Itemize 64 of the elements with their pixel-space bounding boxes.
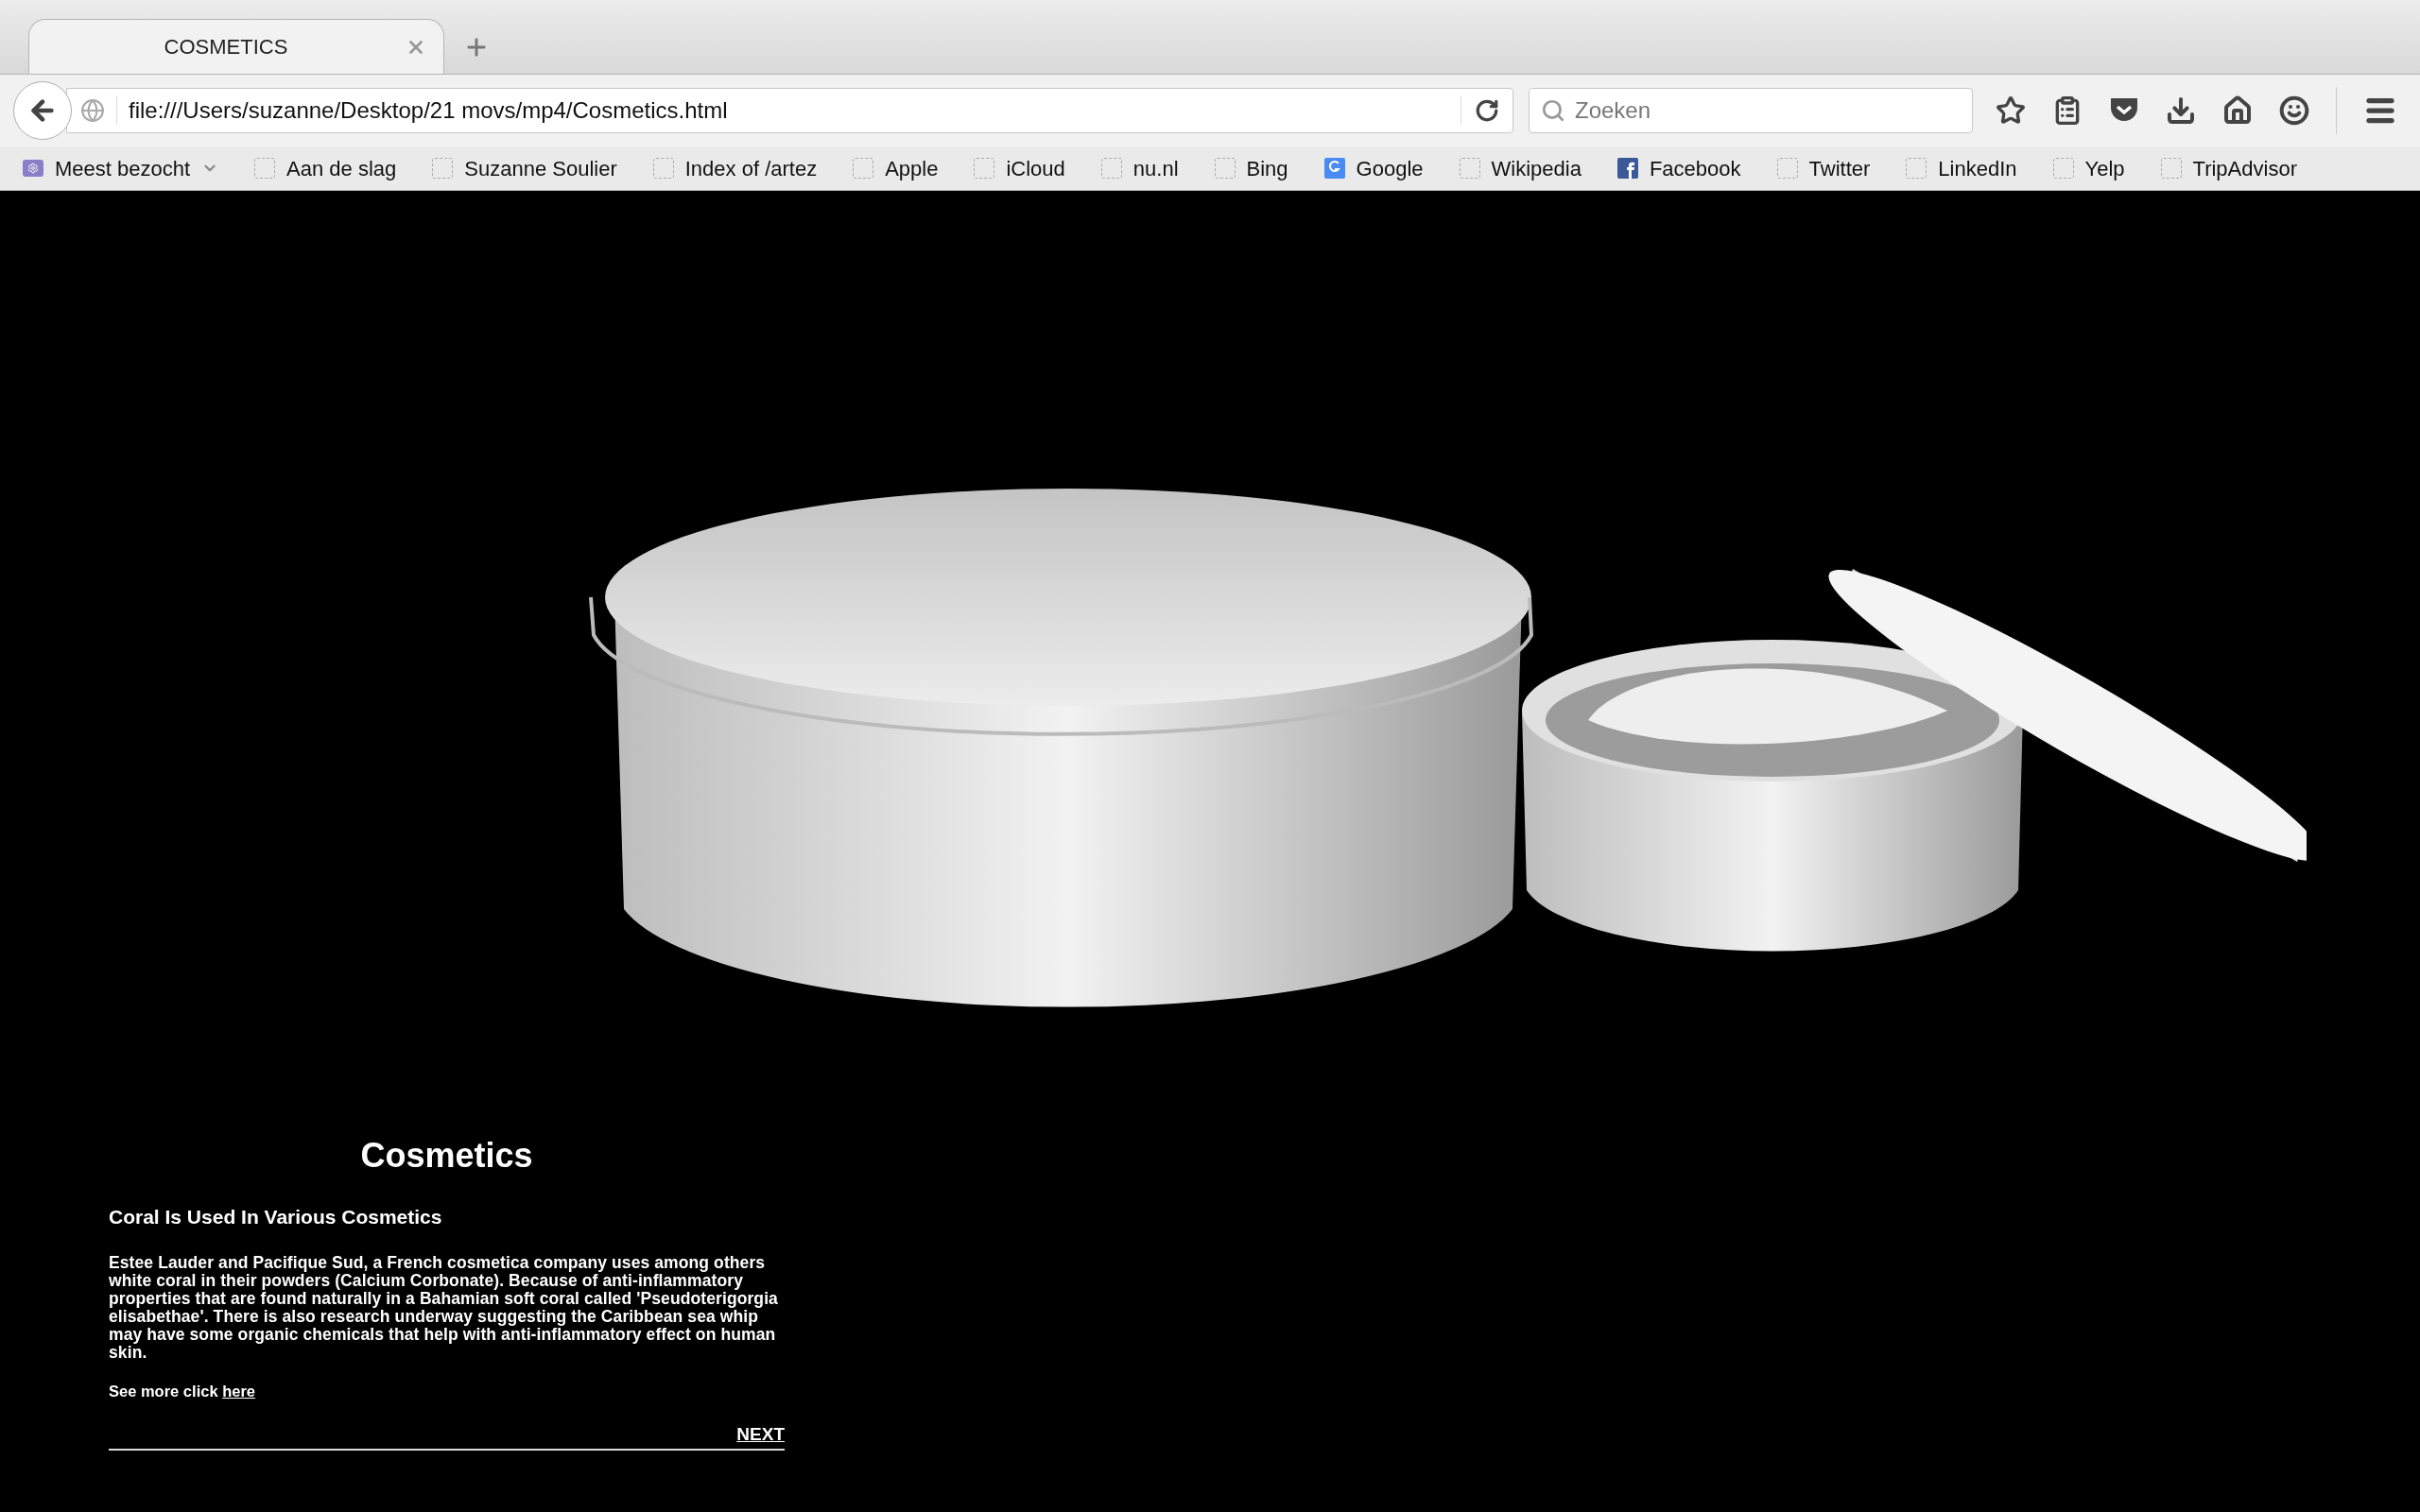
- bookmark-label: Suzanne Soulier: [464, 155, 617, 182]
- page-icon: [853, 158, 874, 179]
- search-field[interactable]: Zoeken: [1529, 88, 1973, 133]
- url-text: file:///Users/suzanne/Desktop/21 movs/mp4/Cosmetics.html: [129, 96, 729, 125]
- bookmark-label: Google: [1356, 155, 1424, 182]
- tab-title: COSMETICS: [163, 34, 289, 60]
- bookmark-item[interactable]: Meest bezocht: [21, 150, 221, 186]
- bookmark-item[interactable]: Suzanne Soulier: [430, 150, 619, 186]
- see-more-text: See more click here: [109, 1381, 257, 1401]
- bookmark-item[interactable]: Bing: [1212, 150, 1290, 186]
- bookmark-item[interactable]: LinkedIn: [1904, 150, 2019, 186]
- page-icon: [974, 158, 995, 179]
- page-subtitle: Coral Is Used In Various Cosmetics: [109, 1205, 443, 1229]
- page-icon: [1776, 158, 1798, 179]
- page-icon: [1100, 158, 1122, 179]
- bookmark-label: Apple: [885, 155, 939, 182]
- page-icon: [2160, 158, 2182, 179]
- bookmark-label: iCloud: [1006, 155, 1065, 182]
- globe-icon: [80, 98, 105, 123]
- reload-icon[interactable]: [1475, 98, 1499, 123]
- bookmark-item[interactable]: iCloud: [972, 150, 1067, 186]
- bookmark-label: Aan de slag: [286, 155, 397, 182]
- bookmark-item[interactable]: Apple: [851, 150, 941, 186]
- browser-tab[interactable]: COSMETICS: [28, 19, 444, 74]
- page-title: Cosmetics: [360, 1135, 533, 1177]
- bookmark-item[interactable]: TripAdvisor: [2158, 150, 2299, 186]
- here-link[interactable]: here: [222, 1382, 256, 1400]
- bookmark-item[interactable]: Google: [1322, 150, 1426, 186]
- folder-icon: [23, 160, 43, 177]
- g-logo-icon: [1323, 158, 1345, 179]
- page-icon: [2052, 158, 2074, 179]
- bookmark-label: Twitter: [1808, 155, 1871, 182]
- page-icon: [1214, 158, 1236, 179]
- search-icon: [1541, 98, 1565, 123]
- page-icon: [1459, 158, 1480, 179]
- bookmark-item[interactable]: Yelp: [2050, 150, 2127, 186]
- bookmark-item[interactable]: Index of /artez: [650, 150, 820, 186]
- bookmark-label: Index of /artez: [684, 155, 818, 182]
- bookmark-label: Yelp: [2084, 155, 2125, 182]
- f-logo-icon: [1616, 158, 1638, 179]
- smiley-icon[interactable]: [2279, 95, 2309, 126]
- bookmark-item[interactable]: Facebook: [1615, 150, 1743, 186]
- bookmark-label: Meest bezocht: [55, 155, 191, 182]
- bookmark-label: Facebook: [1649, 155, 1741, 182]
- download-icon[interactable]: [2166, 95, 2196, 126]
- home-icon[interactable]: [2222, 95, 2253, 126]
- bookmark-label: nu.nl: [1132, 155, 1179, 182]
- body-paragraph: Estee Lauder and Pacifique Sud, a French cosmetica company uses among others white coral in their powders (Calcium Corbonate). Because of anti-inflammatory properties that are found naturally in a Bahamian soft coral called 'Pseudoterigorgia elisabethae'. There is also research underway suggesting the Caribbean sea whip may have some organic chemicals that help with anti-inflammatory effect on human skin.: [109, 1253, 779, 1362]
- star-icon[interactable]: [1996, 95, 2026, 126]
- page-icon: [1906, 158, 1927, 179]
- bookmark-label: LinkedIn: [1938, 155, 2017, 182]
- bookmark-item[interactable]: Wikipedia: [1457, 150, 1583, 186]
- bookmark-label: TripAdvisor: [2192, 155, 2297, 182]
- address-bar[interactable]: file:///Users/suzanne/Desktop/21 movs/mp4/Cosmetics.html: [66, 88, 1513, 133]
- next-link[interactable]: NEXT: [736, 1421, 785, 1449]
- bookmark-item[interactable]: Aan de slag: [252, 150, 399, 186]
- search-placeholder: Zoeken: [1575, 96, 1651, 125]
- bookmark-item[interactable]: nu.nl: [1098, 150, 1181, 186]
- bookmark-item[interactable]: Twitter: [1774, 150, 1873, 186]
- page-icon: [432, 158, 454, 179]
- bookmark-label: Wikipedia: [1491, 155, 1582, 182]
- page-icon: [254, 158, 276, 179]
- bookmark-label: Bing: [1246, 155, 1288, 182]
- page-icon: [652, 158, 674, 179]
